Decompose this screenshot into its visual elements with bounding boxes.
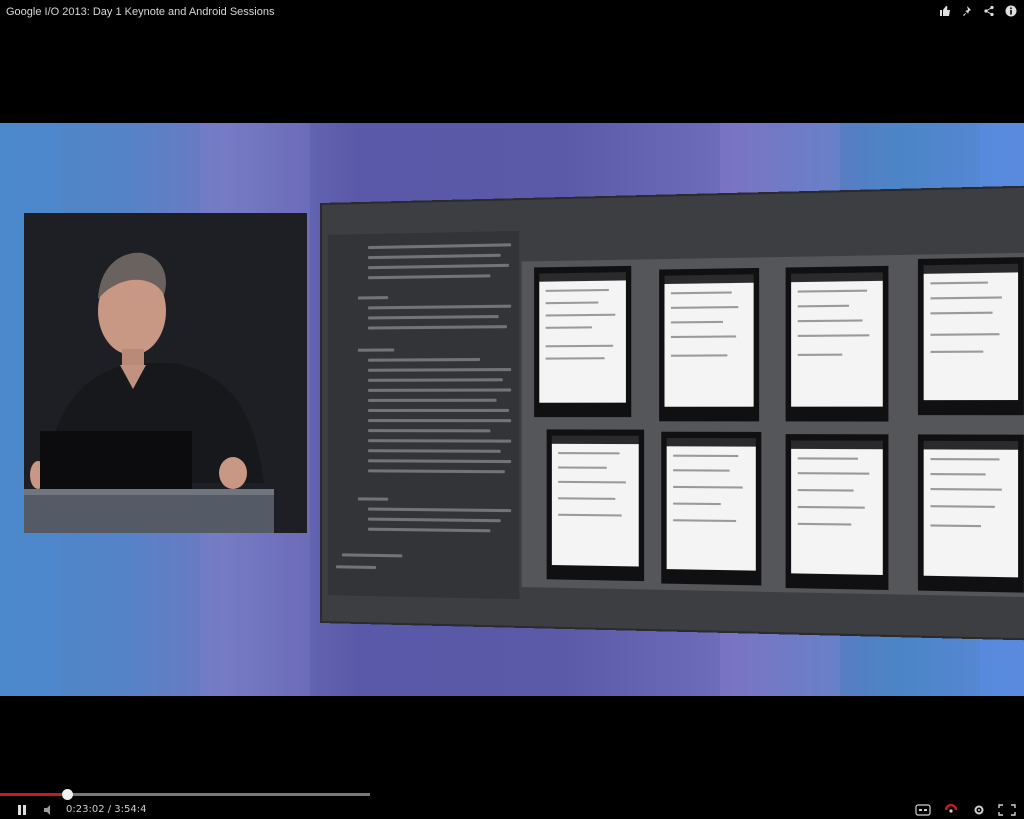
podium-top [24, 489, 274, 495]
phone-preview [785, 434, 889, 591]
video-frame[interactable] [0, 123, 1024, 696]
thumbs-up-icon[interactable] [938, 4, 952, 18]
video-title[interactable]: Google I/O 2013: Day 1 Keynote and Andro… [6, 6, 274, 18]
info-icon[interactable] [1004, 4, 1018, 18]
phone-preview [659, 267, 760, 422]
podium [24, 489, 274, 533]
time-separator: / [104, 804, 115, 815]
speaker-camera-feed [24, 213, 307, 533]
right-controls [914, 800, 1016, 819]
fullscreen-icon[interactable] [998, 803, 1016, 817]
captions-icon[interactable] [914, 803, 932, 817]
phone-preview [546, 429, 645, 582]
laptop [40, 431, 192, 489]
control-row: 0:23:02 / 3:54:4 [0, 800, 1024, 819]
play-button[interactable] [14, 802, 30, 818]
hd-icon[interactable] [942, 803, 960, 817]
settings-icon[interactable] [970, 803, 988, 817]
time-display: 0:23:02 / 3:54:4 [66, 804, 146, 815]
top-icons [938, 4, 1018, 18]
ide-window-body [320, 184, 1024, 642]
player-controls: 0:23:02 / 3:54:4 [0, 788, 1024, 819]
video-player[interactable]: Google I/O 2013: Day 1 Keynote and Andro… [0, 0, 1024, 819]
volume-icon[interactable] [42, 803, 56, 817]
current-time: 0:23:02 [66, 804, 105, 815]
pin-icon[interactable] [960, 4, 974, 18]
duration: 3:54:4 [114, 804, 147, 815]
title-bar: Google I/O 2013: Day 1 Keynote and Andro… [0, 0, 1024, 24]
device-preview-pane [521, 252, 1024, 598]
phone-preview [534, 265, 632, 418]
phone-preview [785, 265, 889, 422]
share-icon[interactable] [982, 4, 996, 18]
phone-preview [917, 257, 1024, 416]
phone-preview [917, 434, 1024, 593]
phone-preview [661, 431, 762, 586]
progress-played [0, 793, 67, 796]
code-editor-pane [327, 230, 520, 600]
ide-window-screenshot [320, 184, 1024, 642]
progress-scrubber[interactable] [62, 789, 73, 800]
